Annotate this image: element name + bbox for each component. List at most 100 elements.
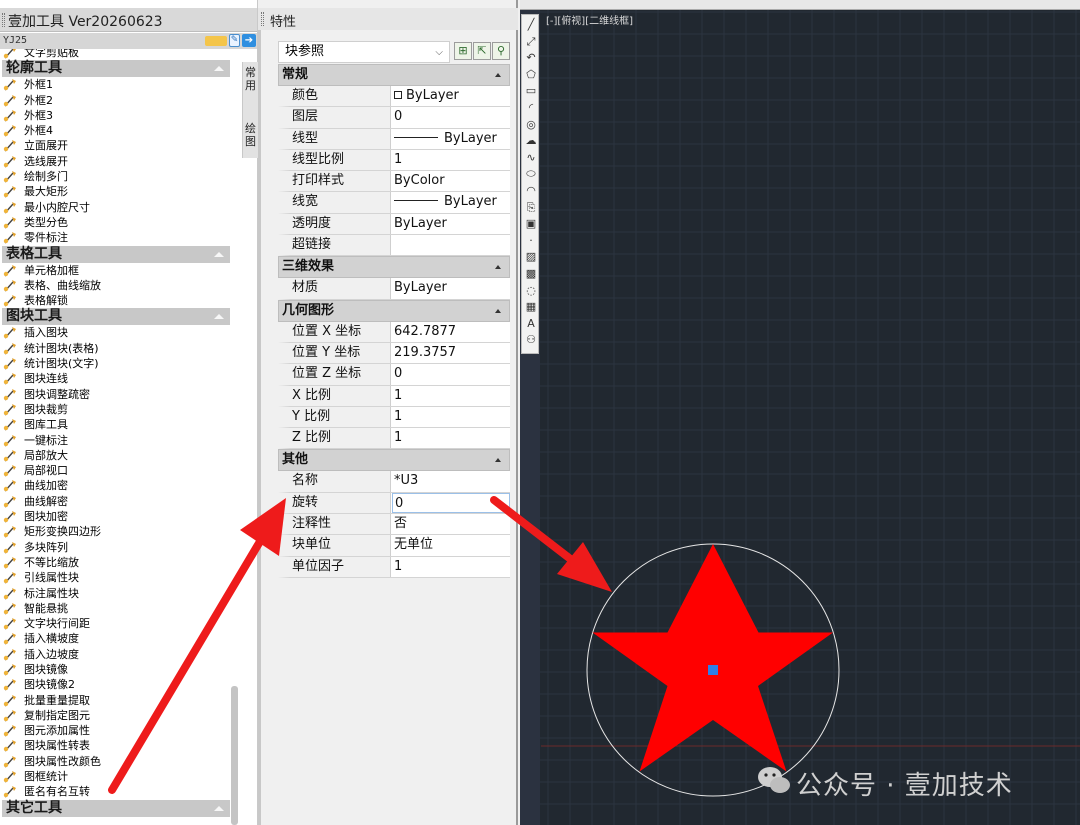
object-type-select[interactable]: 块参照 ⌵: [278, 41, 450, 63]
collapse-caret-icon[interactable]: [495, 265, 501, 270]
tool-item[interactable]: 批量重量提取: [0, 693, 242, 708]
line-icon[interactable]: ╱: [525, 19, 537, 31]
property-value[interactable]: [392, 235, 510, 255]
property-value[interactable]: 0: [392, 364, 510, 384]
tool-item[interactable]: 图块调整疏密: [0, 387, 242, 402]
tool-item[interactable]: 图块属性转表: [0, 738, 242, 753]
tool-item[interactable]: 局部视口: [0, 463, 242, 478]
collapse-caret-icon[interactable]: [495, 308, 501, 313]
tool-item[interactable]: 文字块行间距: [0, 616, 242, 631]
text-icon[interactable]: A: [525, 317, 537, 330]
collapse-triangle-icon[interactable]: [214, 251, 224, 257]
point-icon[interactable]: ·: [525, 234, 537, 247]
tool-category-header[interactable]: 图块工具: [2, 308, 230, 326]
viewport-label[interactable]: [-][俯视][二维线框]: [546, 12, 633, 27]
insert-block-icon[interactable]: ⎘: [525, 201, 537, 214]
polygon-icon[interactable]: ⬠: [525, 68, 537, 81]
property-value[interactable]: 无单位: [392, 535, 510, 555]
property-value[interactable]: 1: [392, 150, 510, 170]
tool-item[interactable]: 图元添加属性: [0, 723, 242, 738]
property-section-header[interactable]: 其他: [278, 449, 510, 472]
tool-item[interactable]: 智能悬挑: [0, 601, 242, 616]
property-value[interactable]: 219.3757: [392, 343, 510, 363]
quick-select-icon[interactable]: ⚲: [492, 42, 510, 60]
tool-item[interactable]: 图块镜像2: [0, 677, 242, 692]
tool-item[interactable]: 曲线解密: [0, 494, 242, 509]
tool-item[interactable]: 外框2: [0, 93, 242, 108]
property-value[interactable]: 0: [392, 492, 510, 514]
tool-item[interactable]: 单元格加框: [0, 263, 242, 278]
tool-item[interactable]: 最小内腔尺寸: [0, 200, 242, 215]
property-value[interactable]: 642.7877: [392, 322, 510, 342]
tool-item[interactable]: 图框统计: [0, 769, 242, 784]
side-tab-draw[interactable]: 绘图: [242, 118, 258, 158]
properties-titlebar[interactable]: 特性: [258, 8, 518, 30]
property-value[interactable]: ByColor: [392, 171, 510, 191]
property-value[interactable]: 1: [392, 428, 510, 448]
tool-item[interactable]: 零件标注: [0, 230, 242, 245]
tool-item[interactable]: 插入边坡度: [0, 647, 242, 662]
drag-grip-icon[interactable]: [261, 12, 264, 26]
add-selected-icon[interactable]: ⚇: [525, 334, 537, 346]
tool-item[interactable]: 外框3: [0, 108, 242, 123]
toggle-pickadd-icon[interactable]: ⊞: [454, 42, 472, 60]
tool-item[interactable]: 立面展开: [0, 138, 242, 153]
tool-item[interactable]: 图块裁剪: [0, 402, 242, 417]
property-value[interactable]: ByLayer: [392, 278, 510, 298]
tool-item[interactable]: 类型分色: [0, 215, 242, 230]
tool-item[interactable]: 曲线加密: [0, 478, 242, 493]
tool-item[interactable]: 图块镜像: [0, 662, 242, 677]
export-arrow-icon[interactable]: ➔: [242, 34, 256, 47]
tool-item[interactable]: 矩形变换四边形: [0, 524, 242, 539]
arc-3pt-icon[interactable]: ↶: [525, 52, 537, 64]
tool-item[interactable]: 标注属性块: [0, 586, 242, 601]
tool-item[interactable]: 不等比缩放: [0, 555, 242, 570]
make-block-icon[interactable]: ▣: [525, 218, 537, 230]
property-value[interactable]: ByLayer: [392, 86, 510, 106]
tool-item[interactable]: 外框4: [0, 123, 242, 138]
tool-item[interactable]: 图块属性改颜色: [0, 754, 242, 769]
tool-item[interactable]: 统计图块(表格): [0, 341, 242, 356]
tool-item[interactable]: 统计图块(文字): [0, 356, 242, 371]
spline-icon[interactable]: ∿: [525, 151, 537, 164]
collapse-triangle-icon[interactable]: [214, 314, 224, 320]
tool-item[interactable]: 匿名有名互转: [0, 784, 242, 799]
tool-panel-scrollbar[interactable]: [231, 686, 238, 825]
tool-item[interactable]: 绘制多门: [0, 169, 242, 184]
property-value[interactable]: 1: [392, 407, 510, 427]
select-objects-icon[interactable]: ⇱: [473, 42, 491, 60]
side-tab-common[interactable]: 常用: [242, 62, 258, 118]
property-value[interactable]: ByLayer: [392, 129, 510, 149]
tool-item[interactable]: 最大矩形: [0, 184, 242, 199]
tool-item[interactable]: 一键标注: [0, 433, 242, 448]
property-section-header[interactable]: 三维效果: [278, 256, 510, 279]
tool-item[interactable]: 局部放大: [0, 448, 242, 463]
tool-item[interactable]: 表格解锁: [0, 293, 242, 308]
tool-item[interactable]: 图块加密: [0, 509, 242, 524]
ellipse-icon[interactable]: ⬭: [525, 168, 537, 180]
property-value[interactable]: ByLayer: [392, 214, 510, 234]
tool-item[interactable]: 引线属性块: [0, 570, 242, 585]
theme-badge-button[interactable]: [205, 36, 227, 46]
revcloud-icon[interactable]: ☁: [525, 135, 537, 147]
region-icon[interactable]: ◌: [525, 284, 537, 297]
hatch-icon[interactable]: ▨: [525, 251, 537, 263]
property-section-header[interactable]: 几何图形: [278, 299, 510, 322]
drag-grip-icon[interactable]: [2, 13, 5, 27]
property-value[interactable]: *U3: [392, 471, 510, 491]
property-section-header[interactable]: 常规: [278, 64, 510, 86]
property-value[interactable]: 0: [392, 107, 510, 127]
rectangle-icon[interactable]: ▭: [525, 85, 537, 97]
tool-item[interactable]: 复制指定图元: [0, 708, 242, 723]
tool-item[interactable]: 插入横坡度: [0, 631, 242, 646]
tool-category-header[interactable]: 轮廓工具: [2, 60, 230, 78]
tool-item[interactable]: 外框1: [0, 77, 242, 92]
property-value[interactable]: 1: [392, 557, 510, 577]
collapse-caret-icon[interactable]: [495, 73, 501, 77]
collapse-triangle-icon[interactable]: [214, 805, 224, 811]
tool-category-header[interactable]: 其它工具: [2, 799, 230, 817]
tool-item[interactable]: 图库工具: [0, 417, 242, 432]
collapse-caret-icon[interactable]: [495, 458, 501, 463]
property-value[interactable]: ByLayer: [392, 192, 510, 212]
property-value[interactable]: 否: [392, 514, 510, 534]
